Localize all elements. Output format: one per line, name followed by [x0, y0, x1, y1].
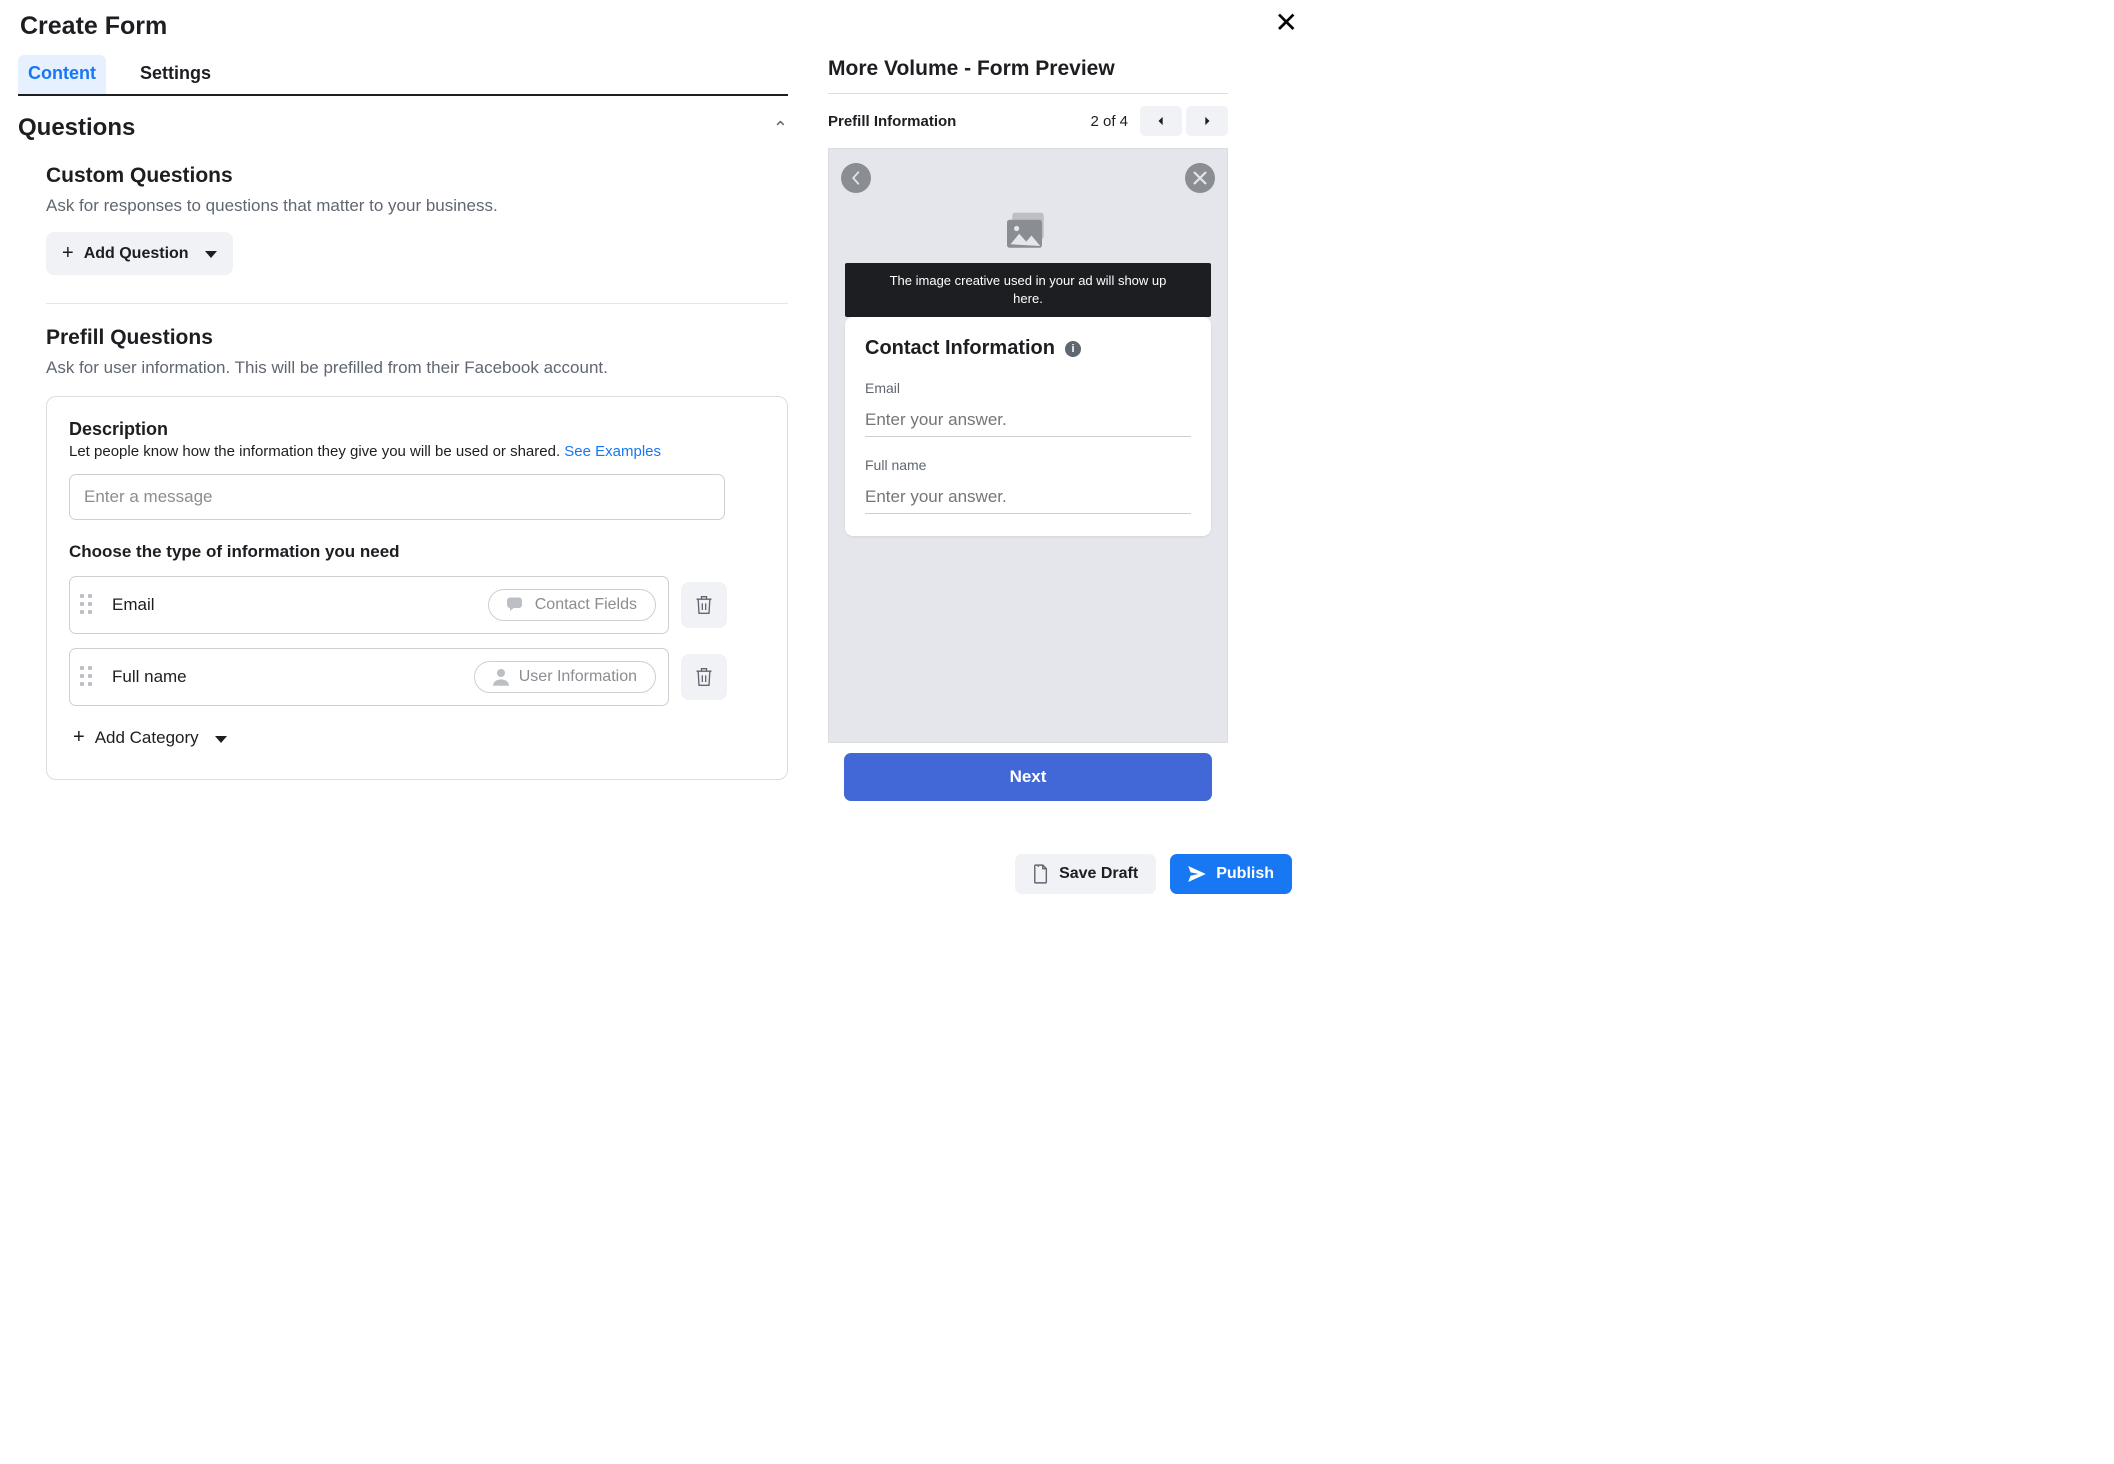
chevron-left-icon: [849, 171, 863, 185]
preview-column: More Volume - Form Preview Prefill Infor…: [828, 55, 1228, 801]
info-name: Full name: [112, 667, 187, 687]
info-box-fullname[interactable]: Full name User Information: [69, 648, 669, 706]
trash-icon: [694, 666, 714, 688]
next-button[interactable]: Next: [844, 753, 1212, 801]
description-desc: Let people know how the information they…: [69, 443, 765, 460]
document-icon: [1033, 864, 1049, 884]
tab-content[interactable]: Content: [18, 55, 106, 94]
info-row: Email Contact Fields: [69, 576, 765, 634]
info-row: Full name User Information: [69, 648, 765, 706]
prefill-desc: Ask for user information. This will be p…: [46, 358, 788, 378]
choose-info-label: Choose the type of information you need: [69, 542, 765, 562]
send-icon: [1188, 866, 1206, 882]
preview-heading: More Volume - Form Preview: [828, 57, 1228, 94]
delete-button[interactable]: [681, 654, 727, 700]
chevron-down-icon: [199, 245, 217, 263]
publish-button[interactable]: Publish: [1170, 854, 1292, 894]
close-icon[interactable]: ✕: [1275, 6, 1298, 39]
drag-handle-icon[interactable]: [80, 666, 96, 688]
tabs: Content Settings: [18, 55, 788, 96]
content-column: Content Settings Questions ⌃ Custom Ques…: [18, 55, 788, 801]
prefill-card: Description Let people know how the info…: [46, 396, 788, 780]
add-question-button[interactable]: Add Question: [46, 232, 233, 275]
page-indicator: 2 of 4: [1090, 113, 1128, 130]
caret-left-icon: [1156, 116, 1166, 126]
user-icon: [493, 668, 509, 686]
plus-icon: [62, 242, 74, 265]
preview-frame: The image creative used in your ad will …: [828, 148, 1228, 743]
publish-label: Publish: [1216, 865, 1274, 883]
description-title: Description: [69, 419, 765, 440]
info-box-email[interactable]: Email Contact Fields: [69, 576, 669, 634]
description-desc-text: Let people know how the information they…: [69, 443, 564, 460]
add-category-button[interactable]: Add Category: [69, 720, 231, 755]
custom-questions-heading: Custom Questions: [46, 164, 788, 188]
preview-field-input[interactable]: [865, 402, 1191, 437]
preview-card: Contact Information i Email Full name: [845, 317, 1211, 536]
preview-field-label: Email: [865, 380, 1191, 396]
preview-close-button[interactable]: [1185, 163, 1215, 193]
info-icon[interactable]: i: [1065, 341, 1081, 357]
info-name: Email: [112, 595, 155, 615]
description-input[interactable]: [69, 474, 725, 520]
preview-pager: 2 of 4: [1090, 106, 1228, 136]
info-tag-label: Contact Fields: [535, 596, 637, 614]
close-icon: [1193, 171, 1207, 185]
save-draft-label: Save Draft: [1059, 865, 1138, 883]
preview-back-button[interactable]: [841, 163, 871, 193]
preview-field-input[interactable]: [865, 479, 1191, 514]
info-tag: Contact Fields: [488, 589, 656, 621]
tab-settings[interactable]: Settings: [130, 55, 221, 94]
divider: [46, 303, 788, 304]
preview-field-label: Full name: [865, 457, 1191, 473]
page-title: Create Form: [20, 12, 1292, 41]
see-examples-link[interactable]: See Examples: [564, 443, 661, 460]
plus-icon: [73, 726, 85, 749]
add-question-label: Add Question: [84, 245, 189, 263]
preview-tooltip: The image creative used in your ad will …: [845, 263, 1211, 317]
collapse-icon[interactable]: ⌃: [773, 118, 788, 139]
drag-handle-icon[interactable]: [80, 594, 96, 616]
custom-questions-desc: Ask for responses to questions that matt…: [46, 196, 788, 216]
questions-heading: Questions: [18, 114, 135, 142]
caret-right-icon: [1202, 116, 1212, 126]
preview-section-label: Prefill Information: [828, 113, 956, 130]
chat-icon: [507, 597, 525, 613]
info-tag-label: User Information: [519, 668, 637, 686]
save-draft-button[interactable]: Save Draft: [1015, 854, 1156, 894]
footer: Save Draft Publish: [1015, 854, 1292, 894]
prev-page-button[interactable]: [1140, 106, 1182, 136]
image-placeholder-icon: [1007, 211, 1049, 253]
prefill-heading: Prefill Questions: [46, 326, 788, 350]
chevron-down-icon: [209, 728, 227, 748]
add-category-label: Add Category: [95, 728, 199, 748]
delete-button[interactable]: [681, 582, 727, 628]
next-page-button[interactable]: [1186, 106, 1228, 136]
trash-icon: [694, 594, 714, 616]
preview-card-title: Contact Information: [865, 337, 1055, 360]
info-tag: User Information: [474, 661, 656, 693]
